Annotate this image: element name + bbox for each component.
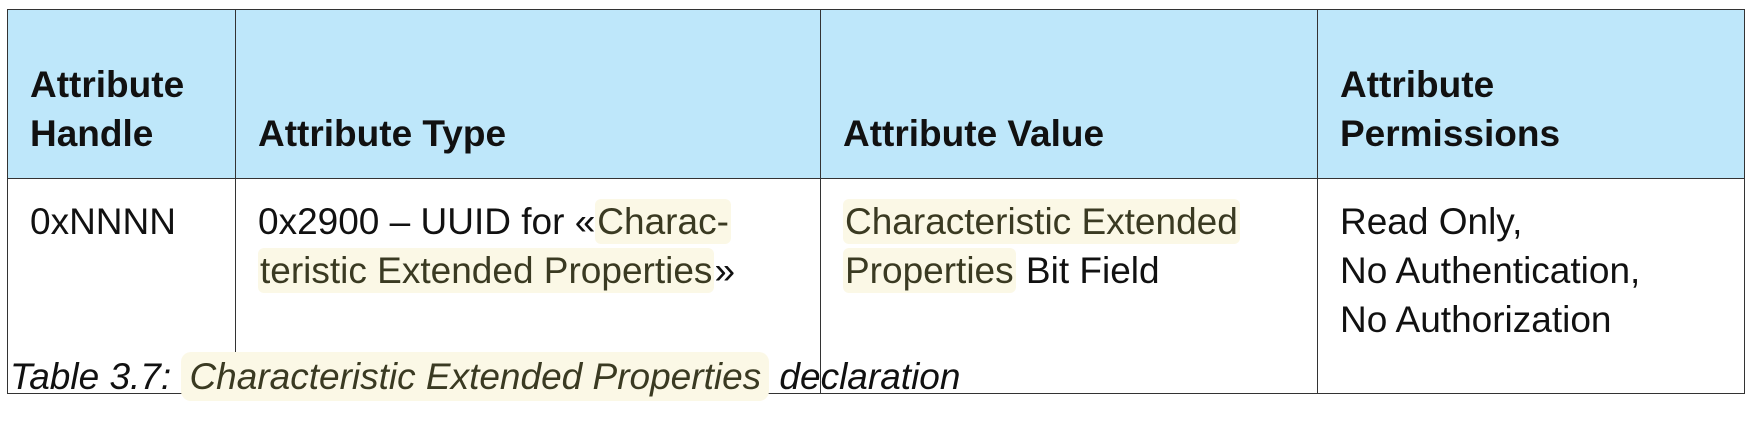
header-line: Attribute (30, 64, 185, 105)
header-attribute-permissions: Attribute Permissions (1317, 9, 1745, 179)
table-caption: Table 3.7: Characteristic Extended Prope… (10, 352, 960, 402)
caption-suffix: declaration (769, 356, 961, 397)
permission-line: No Authentication, (1340, 250, 1641, 291)
type-line-2: teristic Extended Properties» (258, 246, 810, 295)
value-suffix: Bit Field (1015, 250, 1160, 291)
type-prefix: 0x2900 – UUID for « (258, 201, 596, 242)
caption-prefix: Table 3.7: (10, 356, 182, 397)
table-header: Attribute Handle Attribute Type Attribut… (7, 9, 1745, 179)
value-line-2: Properties Bit Field (843, 246, 1307, 295)
caption-highlight: Characteristic Extended Properties (181, 352, 770, 401)
type-line-1: 0x2900 – UUID for «Charac- (258, 197, 810, 246)
handle-value: 0xNNNN (30, 201, 176, 242)
header-line: Attribute (1340, 64, 1495, 105)
cell-permissions: Read Only, No Authentication, No Authori… (1317, 178, 1745, 394)
value-line-1: Characteristic Extended (843, 197, 1307, 246)
header-line: Permissions (1340, 113, 1561, 154)
value-highlight: Characteristic Extended (843, 199, 1240, 244)
header-attribute-type: Attribute Type (235, 9, 821, 179)
type-suffix: » (714, 250, 736, 291)
header-row: Attribute Handle Attribute Type Attribut… (7, 9, 1745, 179)
value-highlight: Properties (843, 248, 1016, 293)
permission-line: Read Only, (1340, 201, 1523, 242)
header-line: Attribute Type (258, 113, 507, 154)
type-highlight: teristic Extended Properties (258, 248, 715, 293)
permission-line: No Authorization (1340, 299, 1612, 340)
type-highlight: Charac- (595, 199, 731, 244)
header-attribute-value: Attribute Value (820, 9, 1318, 179)
header-line: Handle (30, 113, 154, 154)
header-line: Attribute Value (843, 113, 1105, 154)
attribute-declaration-table: Attribute Handle Attribute Type Attribut… (7, 9, 1745, 394)
header-attribute-handle: Attribute Handle (7, 9, 236, 179)
